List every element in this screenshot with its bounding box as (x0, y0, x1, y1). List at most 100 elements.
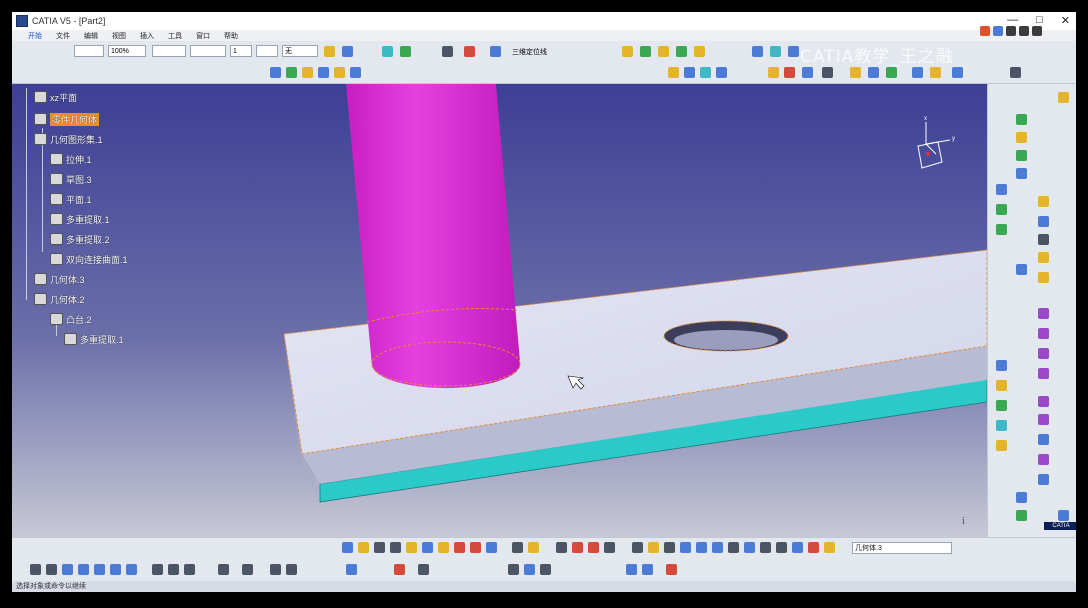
line-icon[interactable] (318, 67, 329, 78)
mirror-icon[interactable] (822, 67, 833, 78)
menu-insert[interactable]: 插入 (140, 31, 154, 41)
whats-this-icon[interactable] (486, 542, 497, 553)
fillet-icon[interactable] (668, 67, 679, 78)
helix-icon[interactable] (996, 204, 1007, 215)
thicken-icon[interactable] (1038, 396, 1049, 407)
rendering-select[interactable]: 无 (282, 45, 318, 57)
point-tool-icon[interactable] (1016, 114, 1027, 125)
trim-icon[interactable] (784, 67, 795, 78)
fillet-tool-icon[interactable] (996, 440, 1007, 451)
parent-icon[interactable] (824, 542, 835, 553)
menu-edit[interactable]: 编辑 (84, 31, 98, 41)
tree-node-geometric-set[interactable]: 几何图形集.1 (34, 132, 103, 146)
insert-body-icon[interactable] (508, 564, 519, 575)
menu-start[interactable]: 开始 (28, 31, 42, 41)
view-rotate-icon[interactable] (62, 564, 73, 575)
tree-node-plane[interactable]: 平面.1 (50, 192, 92, 206)
spline-icon[interactable] (1038, 196, 1049, 207)
analysis-icon[interactable] (464, 46, 475, 57)
view-hide-icon[interactable] (218, 564, 229, 575)
fit-all-icon[interactable] (648, 542, 659, 553)
lang-icon[interactable] (993, 26, 1003, 36)
tree-node-multi-extract-1[interactable]: 多重提取.1 (50, 212, 110, 226)
fill-icon[interactable] (1016, 264, 1027, 275)
normal-view-icon[interactable] (728, 542, 739, 553)
compass-icon[interactable]: x y (910, 114, 958, 174)
plane-tool-icon[interactable] (1016, 150, 1027, 161)
save-icon[interactable] (374, 542, 385, 553)
tree-node-blend-surface[interactable]: 双向连接曲面.1 (50, 252, 128, 266)
open-icon[interactable] (358, 542, 369, 553)
insert-ordered-geoset-icon[interactable] (540, 564, 551, 575)
symmetry-icon[interactable] (952, 67, 963, 78)
sketch-icon[interactable] (270, 67, 281, 78)
tree-node-pad-2[interactable]: 凸台.2 (50, 312, 92, 326)
scene-icon[interactable] (808, 542, 819, 553)
zoom-in-icon[interactable] (696, 542, 707, 553)
boundary-tool-icon[interactable] (996, 400, 1007, 411)
tree-node-body-3[interactable]: 几何体.3 (34, 272, 85, 286)
view-light-icon[interactable] (286, 564, 297, 575)
fly-icon[interactable] (632, 542, 643, 553)
iso-view-icon[interactable] (744, 542, 755, 553)
frame-icon[interactable] (490, 46, 501, 57)
menu-help[interactable]: 帮助 (224, 31, 238, 41)
tree-node-multi-extract-2[interactable]: 多重提取.2 (50, 232, 110, 246)
axis-icon[interactable] (350, 67, 361, 78)
hole-icon[interactable] (694, 46, 705, 57)
close-surface-icon[interactable] (1038, 414, 1049, 425)
swap-icon[interactable] (792, 542, 803, 553)
swap-space-icon[interactable] (400, 46, 411, 57)
menu-window[interactable]: 窗口 (196, 31, 210, 41)
shaft-icon[interactable] (658, 46, 669, 57)
stop-icon[interactable] (666, 564, 677, 575)
cut-icon[interactable] (406, 542, 417, 553)
sketcher-icon[interactable] (346, 564, 357, 575)
window-tile-icon[interactable] (1010, 67, 1021, 78)
corner-icon[interactable] (1038, 234, 1049, 245)
extract-tool-icon[interactable] (996, 420, 1007, 431)
view-iso-icon[interactable] (126, 564, 137, 575)
sew-surface-icon[interactable] (1038, 434, 1049, 445)
catalog-icon[interactable] (1058, 510, 1069, 521)
mic-icon[interactable] (1006, 26, 1016, 36)
knowledge-icon[interactable] (1016, 510, 1027, 521)
groove-icon[interactable] (676, 46, 687, 57)
plane-icon[interactable] (334, 67, 345, 78)
law-icon[interactable] (1016, 492, 1027, 503)
view-camera-icon[interactable] (242, 564, 253, 575)
trim-tool-icon[interactable] (996, 380, 1007, 391)
blend-icon[interactable] (1038, 308, 1049, 319)
tree-node-xz-plane[interactable]: xz平面 (34, 90, 77, 104)
keyboard-icon[interactable] (1019, 26, 1029, 36)
sweep-icon[interactable] (1038, 328, 1049, 339)
translate-icon[interactable] (912, 67, 923, 78)
join-icon[interactable] (850, 67, 861, 78)
paint-icon[interactable] (324, 46, 335, 57)
tree-node-multi-extract-3[interactable]: 多重提取.1 (64, 332, 124, 346)
view-fit-icon[interactable] (30, 564, 41, 575)
hide-show-icon[interactable] (382, 46, 393, 57)
shading-icon[interactable] (760, 542, 771, 553)
view-normal-icon[interactable] (110, 564, 121, 575)
replace-face-icon[interactable] (1038, 474, 1049, 485)
revolve-icon[interactable] (770, 46, 781, 57)
measure-icon[interactable] (442, 46, 453, 57)
boolean-icon[interactable] (626, 564, 637, 575)
insert-geoset-icon[interactable] (524, 564, 535, 575)
print-icon[interactable] (390, 542, 401, 553)
extrude-icon[interactable] (752, 46, 763, 57)
view-zoomout-icon[interactable] (94, 564, 105, 575)
tree-node-sketch[interactable]: 草图.3 (50, 172, 92, 186)
view-scene-icon[interactable] (270, 564, 281, 575)
menu-tools[interactable]: 工具 (168, 31, 182, 41)
lineweight-select[interactable] (190, 45, 226, 57)
circle-icon[interactable] (996, 184, 1007, 195)
hide-icon[interactable] (776, 542, 787, 553)
draft-icon[interactable] (700, 67, 711, 78)
point-select[interactable]: 1 (230, 45, 252, 57)
boundary-icon[interactable] (1038, 368, 1049, 379)
spiral-icon[interactable] (1038, 216, 1049, 227)
formula-icon[interactable] (572, 542, 583, 553)
measure-tool-icon[interactable] (418, 564, 429, 575)
